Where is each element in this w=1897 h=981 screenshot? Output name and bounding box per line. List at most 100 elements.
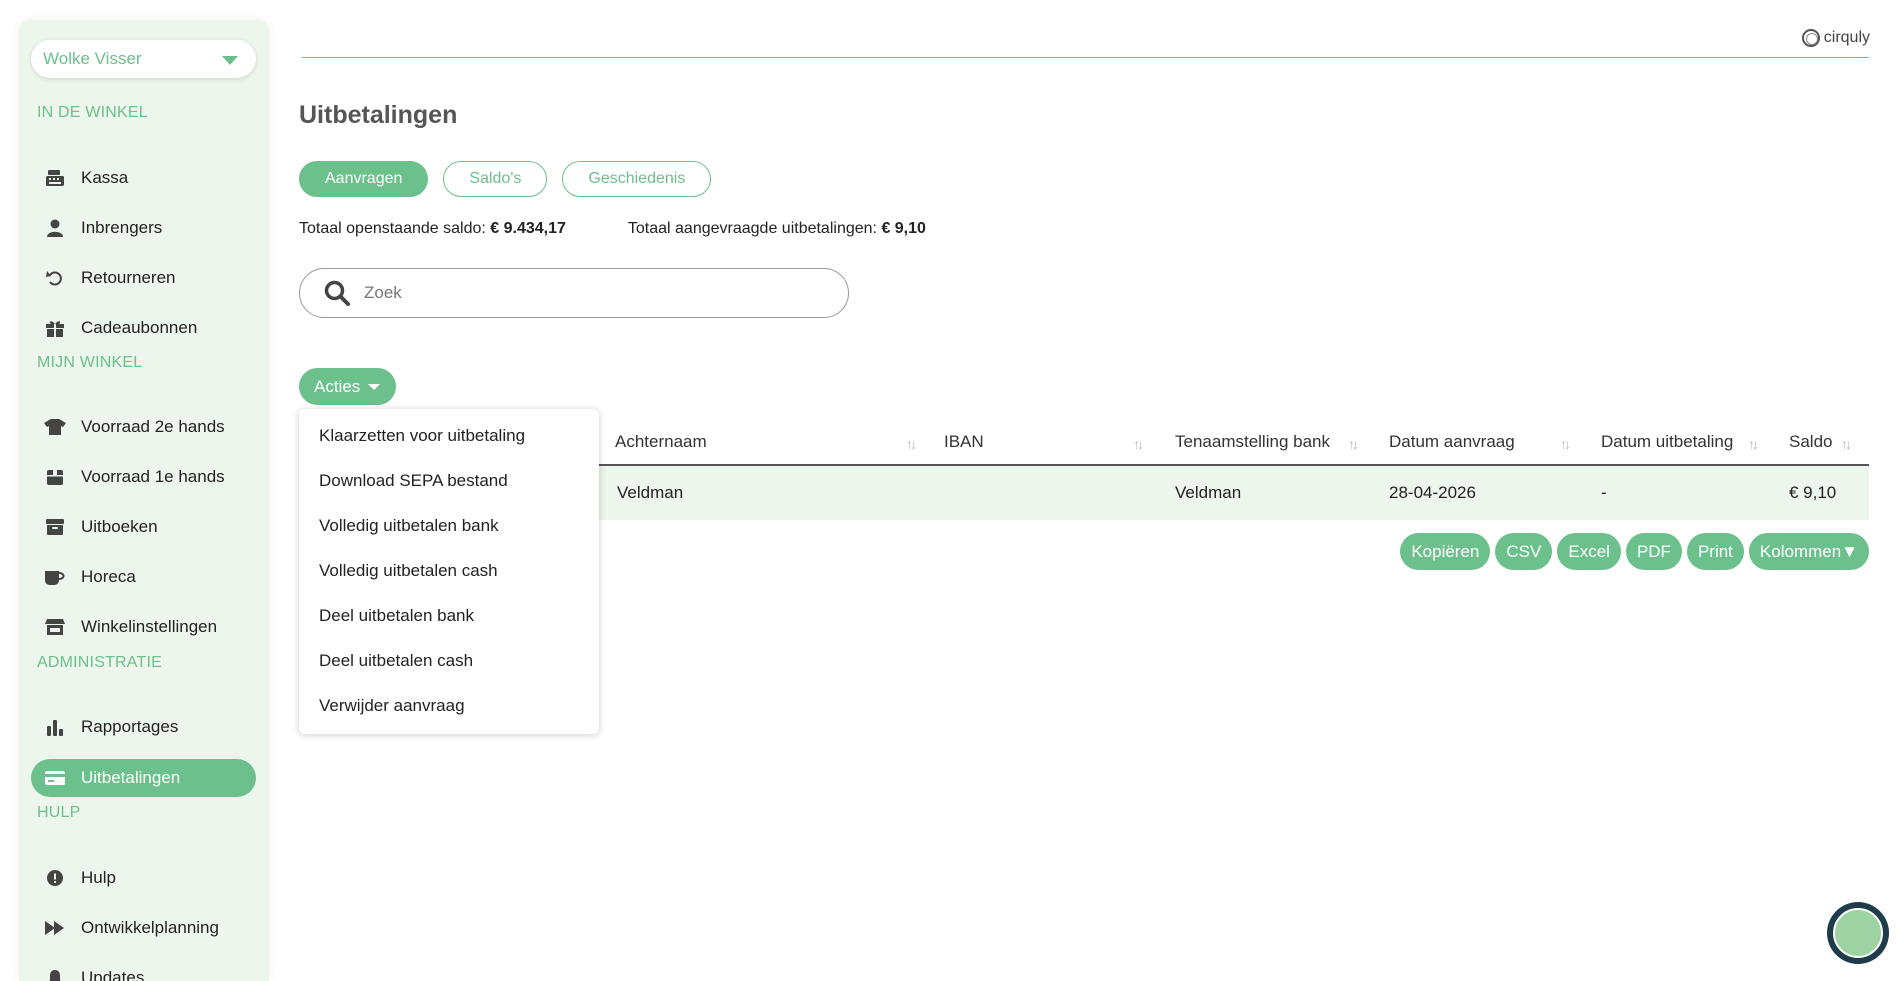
user-icon (43, 218, 67, 238)
sidebar-item-label: Hulp (81, 868, 116, 887)
menu-item-deel-cash[interactable]: Deel uitbetalen cash (319, 651, 473, 671)
sidebar-item-uitboeken[interactable]: Uitboeken (31, 508, 256, 546)
search-box (299, 268, 849, 318)
menu-item-volledig-bank[interactable]: Volledig uitbetalen bank (319, 516, 499, 536)
store-icon (43, 617, 67, 637)
gift-icon (43, 318, 67, 338)
menu-item-volledig-cash[interactable]: Volledig uitbetalen cash (319, 561, 498, 581)
sidebar-item-retourneren[interactable]: Retourneren (31, 259, 256, 297)
user-name: Wolke Visser (43, 49, 142, 68)
caret-down-icon (368, 383, 381, 390)
shirt-icon (43, 417, 67, 437)
pdf-button[interactable]: PDF (1625, 533, 1682, 570)
menu-item-klaarzetten[interactable]: Klaarzetten voor uitbetaling (319, 426, 525, 446)
credit-card-icon (43, 768, 67, 788)
section-label-mijn-winkel: MIJN WINKEL (37, 354, 143, 371)
bell-icon (43, 968, 67, 981)
total-open-balance: Totaal openstaande saldo: € 9.434,17 (299, 220, 566, 238)
sidebar-item-uitbetalingen[interactable]: Uitbetalingen (31, 759, 256, 797)
sidebar-item-inbrengers[interactable]: Inbrengers (31, 209, 256, 247)
cirquly-logo-icon (1801, 29, 1820, 47)
sidebar-item-label: Winkelinstellingen (81, 617, 218, 636)
total-open-value: € 9.434,17 (490, 220, 566, 237)
chat-bubble-icon (1833, 908, 1883, 958)
sidebar-item-voorraad-1e-hands[interactable]: Voorraad 1e hands (31, 458, 256, 496)
coffee-icon (43, 567, 67, 587)
sidebar-item-winkelinstellingen[interactable]: Winkelinstellingen (31, 608, 256, 646)
menu-item-deel-bank[interactable]: Deel uitbetalen bank (319, 606, 474, 626)
sidebar-item-label: Ontwikkelplanning (81, 918, 219, 937)
sidebar-item-rapportages[interactable]: Rapportages (31, 708, 256, 746)
sort-icon[interactable]: ↑↓ (1560, 436, 1571, 452)
sidebar: Wolke Visser IN DE WINKEL Kassa Inbrenge… (19, 20, 269, 981)
cell-achternaam: Veldman (617, 483, 684, 502)
sidebar-item-label: Horeca (81, 567, 136, 586)
sort-icon[interactable]: ↑↓ (906, 436, 917, 452)
sidebar-item-label: Cadeaubonnen (81, 318, 198, 337)
column-header-saldo[interactable]: Saldo (1789, 432, 1832, 452)
tab-saldos[interactable]: Saldo's (443, 161, 548, 197)
brand-logo: cirquly (1801, 29, 1870, 47)
column-header-achternaam[interactable]: Achternaam (615, 432, 707, 452)
column-header-datum-aanvraag[interactable]: Datum aanvraag (1389, 432, 1515, 452)
total-open-label: Totaal openstaande saldo: (299, 220, 486, 237)
sidebar-item-kassa[interactable]: Kassa (31, 159, 256, 197)
total-requested-value: € 9,10 (881, 220, 926, 237)
total-requested-label: Totaal aangevraagde uitbetalingen: (627, 220, 877, 237)
sidebar-item-horeca[interactable]: Horeca (31, 558, 256, 596)
actions-button[interactable]: Acties (299, 368, 397, 405)
sort-icon[interactable]: ↑↓ (1133, 436, 1144, 452)
chevron-down-icon (222, 56, 238, 65)
column-header-tenaamstelling-bank[interactable]: Tenaamstelling bank (1175, 432, 1330, 452)
search-icon (322, 278, 352, 308)
user-select[interactable]: Wolke Visser (31, 40, 256, 78)
archive-icon (43, 517, 67, 537)
header-divider (302, 57, 1869, 58)
bar-chart-icon (43, 717, 67, 737)
sidebar-item-label: Updates (81, 968, 145, 981)
undo-icon (43, 268, 67, 288)
cell-datum-aanvraag: 28-04-2026 (1389, 483, 1476, 502)
chat-widget-button[interactable] (1827, 902, 1889, 964)
sidebar-item-label: Voorraad 2e hands (81, 417, 225, 436)
menu-item-download-sepa[interactable]: Download SEPA bestand (319, 471, 508, 491)
excel-button[interactable]: Excel (1557, 533, 1621, 570)
section-label-in-de-winkel: IN DE WINKEL (37, 104, 148, 121)
sidebar-item-label: Rapportages (81, 717, 179, 736)
sidebar-item-label: Uitboeken (81, 517, 158, 536)
column-header-iban[interactable]: IBAN (944, 432, 984, 452)
sidebar-item-label: Kassa (81, 168, 129, 187)
sidebar-item-label: Inbrengers (81, 218, 163, 237)
sidebar-item-ontwikkelplanning[interactable]: Ontwikkelplanning (31, 909, 256, 947)
brand-name: cirquly (1823, 29, 1870, 46)
cell-saldo: € 9,10 (1789, 483, 1837, 502)
sidebar-item-hulp[interactable]: Hulp (31, 859, 256, 897)
cell-tenaamstelling: Veldman (1175, 483, 1242, 502)
copy-button[interactable]: Kopiëren (1400, 533, 1491, 570)
actions-label: Acties (314, 377, 361, 396)
cell-datum-uitbetaling: - (1601, 483, 1607, 502)
sort-icon[interactable]: ↑↓ (1748, 436, 1759, 452)
columns-button[interactable]: Kolommen▼ (1748, 533, 1869, 570)
tab-aanvragen[interactable]: Aanvragen (299, 161, 429, 197)
tabs: Aanvragen Saldo's Geschiedenis (299, 161, 712, 197)
menu-item-verwijder[interactable]: Verwijder aanvraag (319, 696, 465, 716)
search-input[interactable] (364, 283, 824, 303)
sort-icon[interactable]: ↑↓ (1348, 436, 1359, 452)
sort-icon[interactable]: ↑↓ (1841, 436, 1852, 452)
sidebar-item-label: Voorraad 1e hands (81, 467, 225, 486)
total-requested-payouts: Totaal aangevraagde uitbetalingen: € 9,1… (628, 220, 926, 238)
section-label-administratie: ADMINISTRATIE (37, 654, 162, 671)
export-buttons: Kopiëren CSV Excel PDF Print Kolommen▼ (1400, 533, 1869, 570)
alert-circle-icon (43, 868, 67, 888)
csv-button[interactable]: CSV (1495, 533, 1553, 570)
column-header-datum-uitbetaling[interactable]: Datum uitbetaling (1601, 432, 1733, 452)
sidebar-item-voorraad-2e-hands[interactable]: Voorraad 2e hands (31, 408, 256, 446)
print-button[interactable]: Print (1686, 533, 1744, 570)
section-label-hulp: HULP (37, 804, 81, 821)
page-title: Uitbetalingen (299, 101, 458, 129)
tab-geschiedenis[interactable]: Geschiedenis (562, 161, 712, 197)
fast-forward-icon (43, 918, 67, 938)
sidebar-item-cadeaubonnen[interactable]: Cadeaubonnen (31, 309, 256, 347)
sidebar-item-updates[interactable]: Updates (31, 959, 256, 981)
